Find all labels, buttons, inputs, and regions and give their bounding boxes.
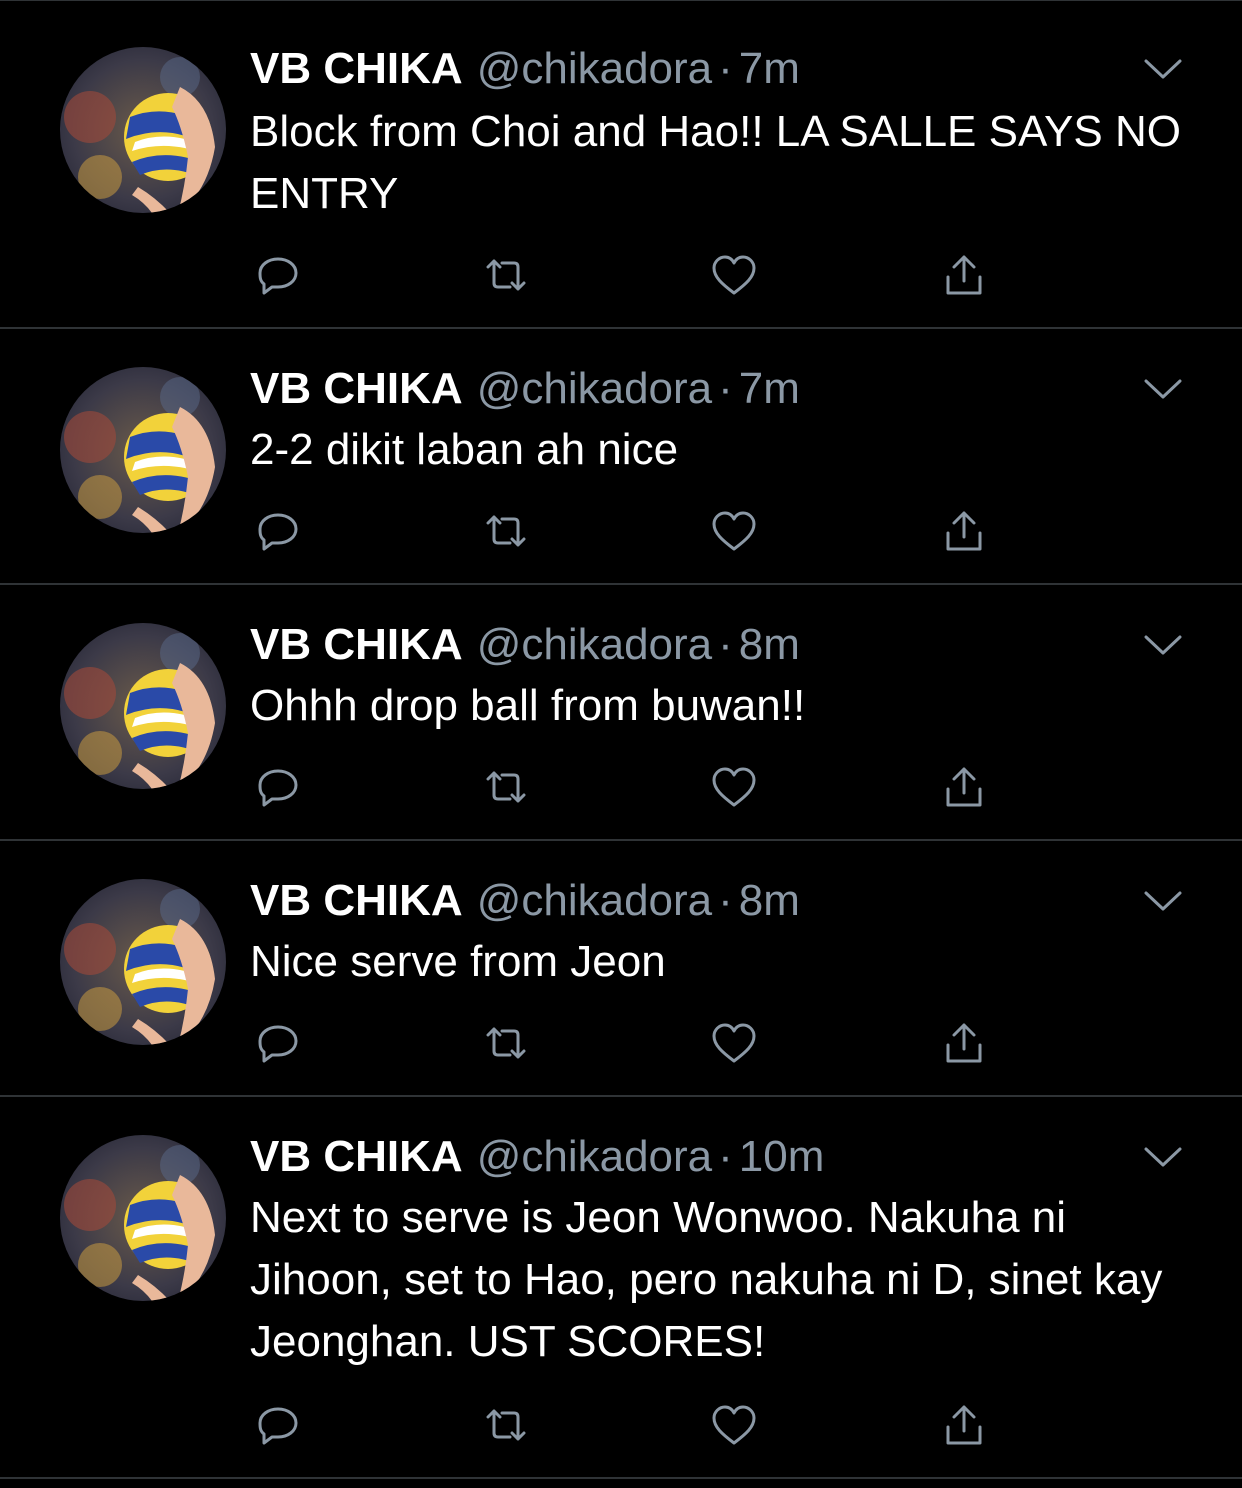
chevron-down-icon[interactable]	[1142, 1143, 1184, 1171]
reply-icon	[258, 1025, 298, 1063]
share-button[interactable]	[936, 503, 992, 559]
avatar[interactable]	[60, 623, 226, 789]
reply-button[interactable]	[250, 1015, 306, 1071]
retweet-icon	[486, 259, 526, 291]
timestamp[interactable]: 10m	[739, 1129, 825, 1185]
tweet-header: VB CHIKA @chikadora · 8m	[250, 617, 800, 673]
heart-icon	[712, 767, 756, 807]
retweet-button[interactable]	[478, 1015, 534, 1071]
share-icon	[946, 1023, 982, 1063]
heart-icon	[712, 1023, 756, 1063]
reply-icon	[258, 513, 298, 551]
reply-icon	[258, 1407, 298, 1445]
like-button[interactable]	[706, 247, 762, 303]
display-name[interactable]: VB CHIKA	[250, 873, 463, 929]
username-handle[interactable]: @chikadora	[477, 617, 712, 673]
like-button[interactable]	[706, 1397, 762, 1453]
share-button[interactable]	[936, 1397, 992, 1453]
share-icon	[946, 767, 982, 807]
separator-dot: ·	[718, 364, 733, 413]
avatar[interactable]	[60, 367, 226, 533]
share-button[interactable]	[936, 247, 992, 303]
retweet-icon	[486, 771, 526, 803]
share-button[interactable]	[936, 1015, 992, 1071]
share-button[interactable]	[936, 759, 992, 815]
chevron-down-icon[interactable]	[1142, 631, 1184, 659]
retweet-icon	[486, 1409, 526, 1441]
tweet-text: Nice serve from Jeon	[250, 937, 666, 986]
like-button[interactable]	[706, 759, 762, 815]
tweet-actions	[250, 759, 1010, 815]
separator-dot: ·	[718, 620, 733, 669]
tweet-actions	[250, 503, 1010, 559]
tweet-actions	[250, 247, 1010, 303]
reply-button[interactable]	[250, 1397, 306, 1453]
tweet[interactable]: VB CHIKA @chikadora · 8m Ohhh drop ball …	[0, 585, 1242, 841]
volleyball-avatar-image	[60, 367, 226, 533]
retweet-button[interactable]	[478, 759, 534, 815]
reply-icon	[258, 257, 298, 295]
tweet-text: Block from Choi and Hao!! LA SALLE SAYS …	[250, 107, 1181, 218]
tweet-header: VB CHIKA @chikadora · 7m	[250, 361, 800, 417]
tweet[interactable]: VB CHIKA @chikadora · 7m Block from Choi…	[0, 1, 1242, 329]
separator-dot: ·	[718, 1132, 733, 1181]
volleyball-avatar-image	[60, 47, 226, 213]
tweet[interactable]: VB CHIKA @chikadora · 7m 2-2 dikit laban…	[0, 329, 1242, 585]
timestamp[interactable]: 7m	[739, 361, 800, 417]
chevron-down-icon[interactable]	[1142, 887, 1184, 915]
username-handle[interactable]: @chikadora	[477, 1129, 712, 1185]
volleyball-avatar-image	[60, 623, 226, 789]
heart-icon	[712, 1405, 756, 1445]
display-name[interactable]: VB CHIKA	[250, 1129, 463, 1185]
tweet-text: Ohhh drop ball from buwan!!	[250, 681, 806, 730]
tweet-feed: VB CHIKA @chikadora · 7m Block from Choi…	[0, 0, 1242, 1488]
heart-icon	[712, 511, 756, 551]
retweet-button[interactable]	[478, 1397, 534, 1453]
avatar[interactable]	[60, 1135, 226, 1301]
reply-button[interactable]	[250, 247, 306, 303]
tweet-text: Next to serve is Jeon Wonwoo. Nakuha ni …	[250, 1193, 1163, 1366]
tweet[interactable]: VB CHIKA @chikadora · 10m Next to serve …	[0, 1097, 1242, 1479]
reply-button[interactable]	[250, 503, 306, 559]
like-button[interactable]	[706, 1015, 762, 1071]
heart-icon	[712, 255, 756, 295]
tweet-header: VB CHIKA @chikadora · 7m	[250, 41, 800, 97]
chevron-down-icon[interactable]	[1142, 375, 1184, 403]
username-handle[interactable]: @chikadora	[477, 361, 712, 417]
display-name[interactable]: VB CHIKA	[250, 361, 463, 417]
retweet-icon	[486, 1027, 526, 1059]
volleyball-avatar-image	[60, 879, 226, 1045]
display-name[interactable]: VB CHIKA	[250, 617, 463, 673]
retweet-icon	[486, 515, 526, 547]
reply-icon	[258, 769, 298, 807]
separator-dot: ·	[718, 44, 733, 93]
username-handle[interactable]: @chikadora	[477, 41, 712, 97]
avatar[interactable]	[60, 47, 226, 213]
tweet-header: VB CHIKA @chikadora · 10m	[250, 1129, 824, 1185]
share-icon	[946, 1405, 982, 1445]
timestamp[interactable]: 8m	[739, 617, 800, 673]
timestamp[interactable]: 8m	[739, 873, 800, 929]
username-handle[interactable]: @chikadora	[477, 873, 712, 929]
retweet-button[interactable]	[478, 503, 534, 559]
chevron-down-icon[interactable]	[1142, 55, 1184, 83]
display-name[interactable]: VB CHIKA	[250, 41, 463, 97]
retweet-button[interactable]	[478, 247, 534, 303]
tweet-text: 2-2 dikit laban ah nice	[250, 425, 679, 474]
share-icon	[946, 255, 982, 295]
avatar[interactable]	[60, 879, 226, 1045]
timestamp[interactable]: 7m	[739, 41, 800, 97]
reply-button[interactable]	[250, 759, 306, 815]
separator-dot: ·	[718, 876, 733, 925]
tweet[interactable]: VB CHIKA @chikadora · 8m Nice serve from…	[0, 841, 1242, 1097]
tweet-actions	[250, 1015, 1010, 1071]
tweet-actions	[250, 1397, 1010, 1453]
share-icon	[946, 511, 982, 551]
volleyball-avatar-image	[60, 1135, 226, 1301]
like-button[interactable]	[706, 503, 762, 559]
tweet-header: VB CHIKA @chikadora · 8m	[250, 873, 800, 929]
